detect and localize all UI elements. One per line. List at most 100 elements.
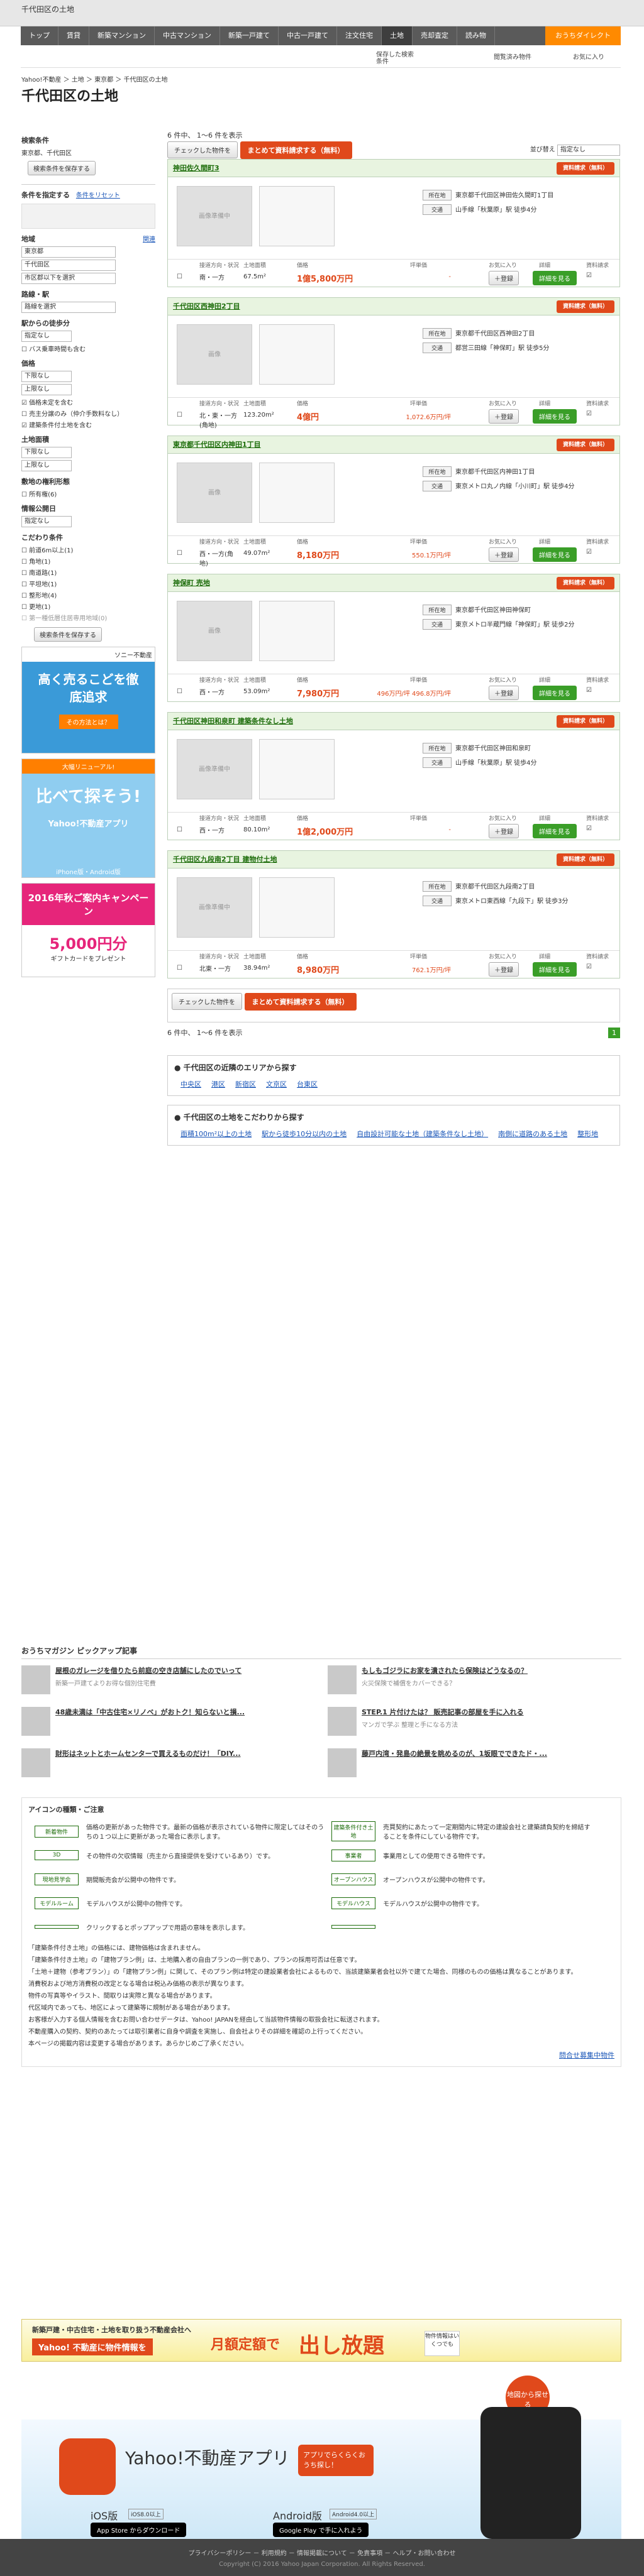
kodawari-link[interactable]: 面積100m²以上の土地 xyxy=(180,1129,252,1139)
sony-banner[interactable]: ソニー不動産 高く売るこどを徹底追求 その方法とは？ xyxy=(21,647,155,754)
request-checkbox[interactable]: ☑ xyxy=(586,410,592,417)
google-play-button[interactable]: Google Play で手に入れよう xyxy=(273,2523,369,2537)
app-promo[interactable]: Yahoo!不動産アプリ アプリでらくらくおうち探し！ iOS版 iOS8.0以… xyxy=(21,2369,621,2539)
favorite-button[interactable]: ＋登録 xyxy=(489,547,519,562)
request-checkbox[interactable]: ☑ xyxy=(586,825,592,832)
seller-only-checkbox[interactable]: 売主分譲のみ（仲介手数料なし） xyxy=(29,411,123,418)
nearby-link[interactable]: 港区 xyxy=(211,1079,225,1089)
kodawari-opt[interactable]: 第一種低層住居専用地域(0) xyxy=(29,615,107,622)
listing-map[interactable] xyxy=(259,877,335,938)
bookmark-link[interactable]: お気に入り xyxy=(573,52,604,61)
search-box[interactable] xyxy=(21,204,155,229)
price-max-select[interactable]: 上限なし xyxy=(21,384,72,395)
saved-search-link[interactable]: 保存した検索条件 xyxy=(376,52,414,65)
listing-name[interactable]: 千代田区西神田2丁目 xyxy=(173,302,240,310)
listing-request-button[interactable]: 資料請求（無料） xyxy=(556,715,614,728)
campaign-banner[interactable]: 2016年秋ご案内キャンペーン 5,000円分 ギフトカードをプレゼント xyxy=(21,883,155,977)
favorite-button[interactable]: ＋登録 xyxy=(489,962,519,977)
request-checkbox[interactable]: ☑ xyxy=(586,272,592,279)
listing-request-button[interactable]: 資料請求（無料） xyxy=(556,162,614,175)
magazine-item-title[interactable]: 48歳未満は「中古住宅×リノベ」がおトク！知らないと損... xyxy=(55,1708,245,1716)
bus-checkbox[interactable]: バス乗車時間も含む xyxy=(29,346,86,353)
date-select[interactable]: 指定なし xyxy=(21,516,72,527)
price-undecided-checkbox[interactable]: 価格未定を含む xyxy=(29,400,73,407)
magazine-item[interactable]: 屋根のガレージを借りたら前庭の空き店舗にしたのでいって 新築一戸建てよりお得な個別… xyxy=(21,1665,315,1702)
listing-photo[interactable]: 画像準備中 xyxy=(177,877,252,938)
kodawari-link[interactable]: 整形地 xyxy=(577,1129,598,1139)
detail-button[interactable]: 詳細を見る xyxy=(533,962,577,977)
magazine-item[interactable]: STEP.1 片付けたは？ 販売記事の部屋を手に入れる マンガで学ぶ 整理と手にな… xyxy=(328,1707,621,1743)
listing-map[interactable] xyxy=(259,324,335,385)
kodawari-opt[interactable]: 更地(1) xyxy=(29,604,50,611)
magazine-thumb[interactable] xyxy=(21,1748,50,1777)
listing-checkbox[interactable]: ☐ xyxy=(177,273,182,280)
favorite-button[interactable]: ＋登録 xyxy=(489,409,519,424)
listing-checkbox[interactable]: ☐ xyxy=(177,412,182,419)
listing-name[interactable]: 神保町 売地 xyxy=(173,579,210,587)
save-search-button[interactable]: 検索条件を保存する xyxy=(28,161,96,175)
magazine-item-title[interactable]: STEP.1 片付けたは？ 販売記事の部屋を手に入れる xyxy=(362,1708,523,1716)
nav-rent[interactable]: 賃貸 xyxy=(58,26,89,45)
price-min-select[interactable]: 下限なし xyxy=(21,371,72,382)
kodawari-opt[interactable]: 整形地(4) xyxy=(29,593,57,600)
magazine-item-title[interactable]: 藤戸内湾・発島の絶景を眺めるのが、1坂眼でできたド・... xyxy=(362,1750,547,1758)
app-store-button[interactable]: App Store からダウンロード xyxy=(91,2523,187,2537)
listing-name[interactable]: 神田佐久間町3 xyxy=(173,164,219,172)
kodawari-link[interactable]: 駅から徒歩10分以内の土地 xyxy=(262,1129,347,1139)
listing-request-button[interactable]: 資料請求（無料） xyxy=(556,853,614,866)
listing-checkbox[interactable]: ☐ xyxy=(177,826,182,833)
condition-land-checkbox[interactable]: 建築条件付土地を含む xyxy=(29,422,92,429)
detail-button[interactable]: 詳細を見る xyxy=(533,409,577,424)
detail-button[interactable]: 詳細を見る xyxy=(533,271,577,285)
listing-checkbox[interactable]: ☐ xyxy=(177,688,182,695)
nav-direct[interactable]: おうちダイレクト xyxy=(545,26,621,45)
listing-name[interactable]: 千代田区神田和泉町 建築条件なし土地 xyxy=(173,717,293,725)
magazine-item-title[interactable]: 財形はネットとホームセンターで買えるものだけ！「DIY... xyxy=(55,1750,241,1758)
request-checkbox[interactable]: ☑ xyxy=(586,687,592,694)
region-more-link[interactable]: 関連 xyxy=(143,234,155,243)
listing-name[interactable]: 東京都千代田区内神田1丁目 xyxy=(173,441,261,449)
nearby-link[interactable]: 中央区 xyxy=(180,1079,201,1089)
listing-ad-banner[interactable]: 新築戸建・中古住宅・土地を取り扱う不動産会社へ Yahoo! 不動産に物件情報を… xyxy=(21,2319,621,2362)
area-min-select[interactable]: 下限なし xyxy=(21,447,72,458)
listing-request-button[interactable]: 資料請求（無料） xyxy=(556,577,614,589)
listing-request-button[interactable]: 資料請求（無料） xyxy=(556,300,614,313)
listing-photo[interactable]: 画像 xyxy=(177,601,252,661)
nav-new-house[interactable]: 新築一戸建て xyxy=(220,26,279,45)
nav-sale[interactable]: 売却査定 xyxy=(413,26,457,45)
detail-button[interactable]: 詳細を見る xyxy=(533,547,577,562)
listing-checkbox[interactable]: ☐ xyxy=(177,965,182,972)
area-max-select[interactable]: 上限なし xyxy=(21,460,72,471)
favorite-button[interactable]: ＋登録 xyxy=(489,686,519,700)
magazine-item-title[interactable]: もしもゴジラにお家を潰されたら保険はどうなるの？ xyxy=(362,1667,528,1675)
listing-request-button[interactable]: 資料請求（無料） xyxy=(556,439,614,451)
magazine-item[interactable]: 財形はネットとホームセンターで買えるものだけ！「DIY... xyxy=(21,1748,315,1785)
nav-used-house[interactable]: 中古一戸建て xyxy=(279,26,337,45)
request-checkbox[interactable]: ☑ xyxy=(586,963,592,970)
listing-map[interactable] xyxy=(259,739,335,799)
nav-reading[interactable]: 読み物 xyxy=(457,26,495,45)
nav-land[interactable]: 土地 xyxy=(382,26,413,45)
sort-select[interactable]: 指定なし xyxy=(557,145,620,156)
listing-checkbox[interactable]: ☐ xyxy=(177,550,182,557)
magazine-thumb[interactable] xyxy=(21,1665,50,1694)
nav-custom-house[interactable]: 注文住宅 xyxy=(337,26,382,45)
listing-photo[interactable]: 画像 xyxy=(177,324,252,385)
checked-label[interactable]: チェックした物件を xyxy=(167,141,238,158)
listing-map[interactable] xyxy=(259,601,335,661)
kodawari-link[interactable]: 南側に道路のある土地 xyxy=(498,1129,567,1139)
listing-map[interactable] xyxy=(259,463,335,523)
save-search-button-bottom[interactable]: 検索条件を保存する xyxy=(34,627,102,642)
listing-photo[interactable]: 画像 xyxy=(177,463,252,523)
bulk-request-button-bottom[interactable]: まとめて資料請求する（無料） xyxy=(244,993,357,1011)
magazine-thumb[interactable] xyxy=(328,1707,357,1736)
nearby-link[interactable]: 台東区 xyxy=(297,1079,318,1089)
pager-1[interactable]: 1 xyxy=(608,1028,620,1038)
nav-new-mansion[interactable]: 新築マンション xyxy=(89,26,155,45)
detail-button[interactable]: 詳細を見る xyxy=(533,824,577,838)
kodawari-opt[interactable]: 前道6m以上(1) xyxy=(29,547,73,554)
app-banner[interactable]: 大幅リニューアル! 比べて探そう! Yahoo!不動産アプリ iPhone版・A… xyxy=(21,759,155,878)
magazine-thumb[interactable] xyxy=(21,1707,50,1736)
magazine-thumb[interactable] xyxy=(328,1748,357,1777)
listing-map[interactable] xyxy=(259,186,335,246)
